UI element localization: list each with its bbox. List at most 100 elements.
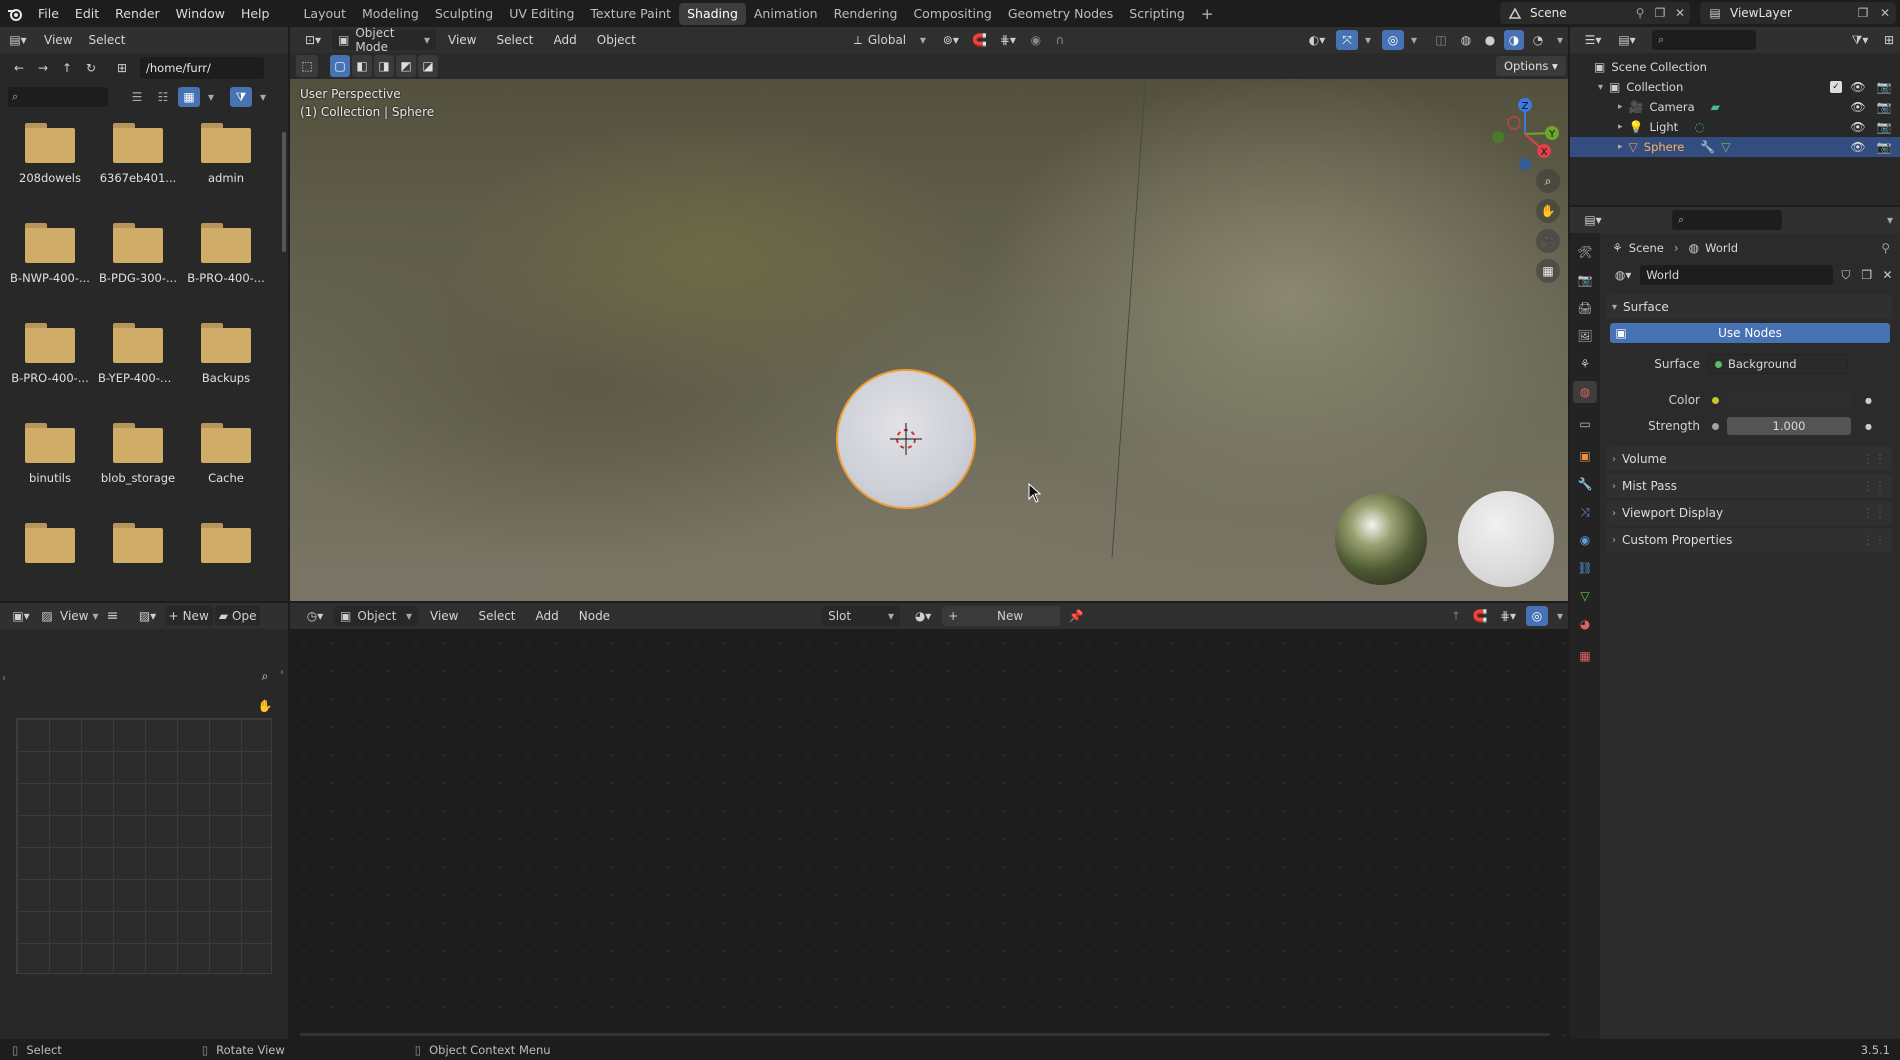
zoom-icon[interactable]: ⌕ bbox=[1536, 169, 1560, 193]
chevron-down-icon[interactable]: ▾ bbox=[1552, 33, 1568, 47]
scene-selector[interactable]: Scene ⚲ ❐ ✕ bbox=[1500, 2, 1690, 24]
panel-mist-pass[interactable]: › Mist Pass ⋮⋮ bbox=[1606, 474, 1892, 498]
folder-item[interactable]: Cache bbox=[182, 419, 270, 503]
select-intersect-icon[interactable]: ◪ bbox=[418, 55, 438, 77]
snap-icon[interactable]: 🧲 bbox=[970, 33, 990, 47]
folder-item[interactable]: B-PRO-400-... bbox=[182, 219, 270, 303]
menu-view[interactable]: View bbox=[58, 609, 90, 623]
render-tab-icon[interactable]: 📷 bbox=[1573, 269, 1597, 291]
tab-sculpting[interactable]: Sculpting bbox=[427, 3, 501, 25]
overlays-icon[interactable]: ◎ bbox=[1526, 606, 1548, 626]
menu-render[interactable]: Render bbox=[107, 0, 168, 27]
new-image-button[interactable]: + New bbox=[164, 606, 213, 626]
menu-view[interactable]: View bbox=[422, 609, 466, 623]
tab-scripting[interactable]: Scripting bbox=[1121, 3, 1193, 25]
new-collection-icon[interactable]: ⊞ bbox=[1878, 33, 1900, 47]
mode-selector[interactable]: ▣ Object Mode ▾ bbox=[332, 26, 436, 54]
menu-view[interactable]: View bbox=[440, 33, 484, 47]
editor-type-icon[interactable]: ▣▾ bbox=[6, 609, 36, 623]
texture-tab-icon[interactable]: ▦ bbox=[1573, 645, 1597, 667]
collection-tab-icon[interactable]: ▭ bbox=[1573, 413, 1597, 435]
zoom-icon[interactable]: ⌕ bbox=[254, 665, 276, 687]
slot-selector[interactable]: Slot ▾ bbox=[822, 606, 901, 626]
chevron-down-icon[interactable]: ▾ bbox=[1408, 33, 1420, 47]
open-image-button[interactable]: ▰ Ope bbox=[214, 606, 261, 626]
duplicate-icon[interactable]: ❐ bbox=[1650, 6, 1670, 20]
tab-rendering[interactable]: Rendering bbox=[826, 3, 906, 25]
chevron-down-icon[interactable]: ▾ bbox=[1362, 33, 1374, 47]
search-input[interactable]: ⌕ bbox=[1672, 210, 1782, 230]
drag-handle-icon[interactable]: ⋮⋮ bbox=[1862, 533, 1886, 547]
node-editor[interactable]: ◷▾ ▣ Object ▾ View Select Add Node Slot … bbox=[290, 603, 1568, 1039]
view-layer-name[interactable]: ViewLayer bbox=[1730, 6, 1792, 20]
chevron-down-icon[interactable]: ▾ bbox=[204, 90, 218, 104]
solid-shading-icon[interactable]: ● bbox=[1480, 33, 1500, 47]
drag-handle-icon[interactable]: ⋮⋮ bbox=[1862, 479, 1886, 493]
select-new-icon[interactable]: ▢ bbox=[330, 55, 350, 77]
menu-node[interactable]: Node bbox=[571, 609, 618, 623]
world-name-field[interactable]: World bbox=[1640, 265, 1834, 285]
surface-shader-field[interactable]: Background bbox=[1708, 354, 1848, 374]
tab-modeling[interactable]: Modeling bbox=[354, 3, 427, 25]
duplicate-icon[interactable]: ❐ bbox=[1858, 268, 1875, 282]
color-swatch[interactable] bbox=[1727, 391, 1851, 409]
back-arrow-icon[interactable]: ← bbox=[8, 58, 30, 78]
menu-select[interactable]: Select bbox=[470, 609, 523, 623]
overlays-icon[interactable]: ◎ bbox=[1382, 30, 1404, 50]
blender-logo-icon[interactable] bbox=[0, 0, 30, 27]
snap-target-icon[interactable]: ⋕▾ bbox=[1494, 609, 1522, 623]
outliner-item-sphere[interactable]: ▸ ▽ Sphere 🔧 ▽ 👁 📷 bbox=[1570, 137, 1900, 157]
collection-row[interactable]: ▾ ▣ Collection ✓ 👁 📷 bbox=[1570, 77, 1900, 97]
drag-handle-icon[interactable]: ⋮⋮ bbox=[1862, 506, 1886, 520]
menu-file[interactable]: File bbox=[30, 0, 67, 27]
folder-item[interactable]: Backups bbox=[182, 319, 270, 403]
tab-animation[interactable]: Animation bbox=[746, 3, 826, 25]
folder-item[interactable]: B-PRO-400-... bbox=[6, 319, 94, 403]
particles-tab-icon[interactable]: ⤨ bbox=[1573, 501, 1597, 523]
camera-render-icon[interactable]: 📷 bbox=[1874, 100, 1894, 114]
forward-arrow-icon[interactable]: → bbox=[32, 58, 54, 78]
strength-field[interactable]: 1.000 bbox=[1727, 417, 1851, 435]
world-tab-icon[interactable]: ◍ bbox=[1573, 381, 1597, 403]
camera-render-icon[interactable]: 📷 bbox=[1874, 80, 1894, 94]
folder-item[interactable]: binutils bbox=[6, 419, 94, 503]
chevron-down-icon[interactable]: ▾ bbox=[1598, 82, 1603, 93]
material-tab-icon[interactable]: ◕ bbox=[1573, 613, 1597, 635]
fake-user-shield-icon[interactable]: ⛉ bbox=[1837, 268, 1854, 283]
hand-pan-icon[interactable]: ✋ bbox=[1536, 199, 1560, 223]
filter-icon[interactable]: ⧩ bbox=[230, 87, 252, 107]
refresh-icon[interactable]: ↻ bbox=[80, 58, 102, 78]
list-vertical-icon[interactable]: ☰ bbox=[126, 90, 148, 104]
view-layer-selector[interactable]: ▤ ViewLayer ❐ ✕ bbox=[1700, 2, 1896, 24]
filter-icon[interactable]: ⧩▾ bbox=[1846, 33, 1874, 48]
folder-item[interactable] bbox=[94, 519, 182, 603]
material-browse-icon[interactable]: ◕▾ bbox=[908, 609, 938, 623]
tab-geometry-nodes[interactable]: Geometry Nodes bbox=[1000, 3, 1121, 25]
select-extend-icon[interactable]: ◧ bbox=[352, 55, 372, 77]
editor-type-icon[interactable]: ⊡▾ bbox=[298, 33, 328, 47]
options-button[interactable]: Options ▾ bbox=[1496, 56, 1566, 76]
display-mode-icon[interactable]: ▤▾ bbox=[1612, 33, 1642, 47]
camera-data-icon[interactable]: ▰ bbox=[1711, 100, 1720, 114]
editor-type-icon[interactable]: ☰▾ bbox=[1578, 33, 1608, 47]
select-subtract-icon[interactable]: ◨ bbox=[374, 55, 394, 77]
menu-add[interactable]: Add bbox=[546, 33, 585, 47]
folder-item[interactable] bbox=[6, 519, 94, 603]
folder-item[interactable]: 208dowels bbox=[6, 119, 94, 203]
ortho-grid-icon[interactable]: ▦ bbox=[1536, 259, 1560, 283]
mesh-data-icon[interactable]: ▽ bbox=[1721, 140, 1730, 154]
duplicate-icon[interactable]: ❐ bbox=[1852, 6, 1874, 20]
thumbnail-view-icon[interactable]: ▦ bbox=[178, 87, 200, 107]
folder-item[interactable]: admin bbox=[182, 119, 270, 203]
shader-type-selector[interactable]: ▣ Object ▾ bbox=[334, 606, 418, 626]
light-data-icon[interactable]: ◌ bbox=[1694, 120, 1704, 134]
xray-icon[interactable]: ◫ bbox=[1430, 33, 1452, 47]
world-browse-icon[interactable]: ◍▾ bbox=[1610, 268, 1636, 282]
select-tool-icon[interactable]: ⬚ bbox=[296, 55, 318, 77]
proportional-edit-icon[interactable]: ◉ bbox=[1026, 33, 1046, 47]
tab-compositing[interactable]: Compositing bbox=[905, 3, 999, 25]
parent-node-tree-icon[interactable]: ↑ bbox=[1446, 609, 1466, 623]
new-folder-icon[interactable]: ⊞ bbox=[110, 58, 134, 78]
image-browse-icon[interactable]: ▨▾ bbox=[133, 609, 163, 623]
tab-shading[interactable]: Shading bbox=[679, 2, 746, 25]
